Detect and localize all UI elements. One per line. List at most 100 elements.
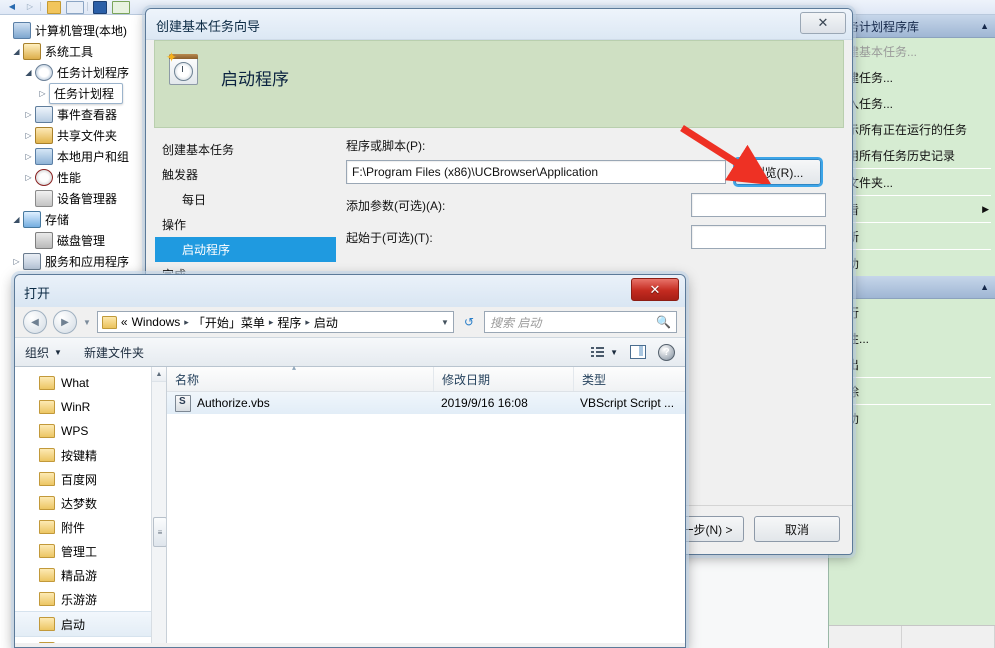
wizard-titlebar[interactable]: 创建基本任务向导 ✕ — [146, 9, 852, 40]
action-help-2[interactable]: 帮助 — [829, 405, 995, 431]
breadcrumb-segment-start-menu[interactable]: 「开始」菜单 — [193, 314, 265, 331]
folder-up-icon[interactable] — [47, 1, 61, 14]
show-hide-tree-icon[interactable] — [66, 1, 84, 14]
scrollbar-thumb[interactable]: ≡ — [153, 517, 166, 547]
expander-closed-icon[interactable]: ▷ — [10, 257, 23, 266]
column-header-type[interactable]: 类型 — [573, 367, 685, 391]
tree-item-performance[interactable]: ▷ 性能 — [0, 167, 146, 188]
open-dialog-titlebar[interactable]: 打开 ✕ — [15, 275, 685, 307]
forward-icon[interactable]: ▷ — [24, 1, 36, 12]
step-label: 启动程序 — [182, 243, 231, 257]
breadcrumb[interactable]: « Windows ▸ 「开始」菜单 ▸ 程序 ▸ 启动 ▼ — [96, 311, 454, 333]
breadcrumb-segment-windows[interactable]: Windows — [132, 315, 181, 329]
breadcrumb-segment-startup[interactable]: 启动 — [314, 314, 338, 331]
action-show-running-tasks[interactable]: 显示所有正在运行的任务 — [829, 116, 995, 142]
action-properties[interactable]: 属性... — [829, 325, 995, 351]
tree-item-storage[interactable]: ◢ 存储 — [0, 209, 146, 230]
arguments-input[interactable] — [691, 193, 826, 217]
expander-closed-icon[interactable]: ▷ — [22, 173, 35, 182]
close-icon[interactable]: ✕ — [800, 12, 846, 34]
preview-pane-icon[interactable] — [630, 345, 646, 359]
chevron-down-icon[interactable]: ▼ — [83, 318, 91, 327]
step-create-basic-task[interactable]: 创建基本任务 — [155, 137, 336, 162]
file-row[interactable]: Authorize.vbs 2019/9/16 16:08 VBScript S… — [167, 392, 685, 414]
nav-tree-item[interactable]: 管理工 — [15, 539, 166, 563]
tree-item-computer-management[interactable]: 计算机管理(本地) — [0, 20, 146, 41]
tree-item-task-scheduler[interactable]: ◢ 任务计划程序 — [0, 62, 146, 83]
nav-tree-scrollbar[interactable]: ▲ ≡ — [151, 367, 166, 643]
chevron-down-icon[interactable]: ▼ — [441, 318, 449, 327]
refresh-icon[interactable]: ↺ — [460, 315, 478, 329]
action-import-task[interactable]: 导入任务... — [829, 90, 995, 116]
tree-item-task-scheduler-library[interactable]: ▷ 任务计划程 — [0, 83, 146, 104]
nav-tree-item[interactable]: 乐游游 — [15, 587, 166, 611]
chevron-right-icon[interactable]: ▸ — [184, 317, 189, 328]
change-view-button[interactable]: ▼ — [591, 346, 618, 358]
chevron-up-icon[interactable]: ▲ — [980, 282, 989, 292]
file-list[interactable]: 名称 ▴ 修改日期 类型 Authorize.vbs 2019/9/ — [167, 363, 685, 643]
new-folder-button[interactable]: 新建文件夹 — [84, 344, 144, 361]
column-header-name[interactable]: 名称 ▴ — [167, 363, 433, 391]
breadcrumb-overflow[interactable]: « — [121, 315, 128, 329]
expander-closed-icon[interactable]: ▷ — [22, 152, 35, 161]
tree-item-disk-management[interactable]: 磁盘管理 — [0, 230, 146, 251]
expander-closed-icon[interactable]: ▷ — [22, 110, 35, 119]
tree-item-device-manager[interactable]: 设备管理器 — [0, 188, 146, 209]
step-start-program[interactable]: 启动程序 — [155, 237, 336, 262]
step-daily[interactable]: 每日 — [155, 187, 336, 212]
program-input[interactable]: F:\Program Files (x86)\UCBrowser\Applica… — [346, 160, 726, 184]
actions-pane-second-header[interactable]: ▲ — [829, 276, 995, 299]
nav-tree-item[interactable]: WPS — [15, 419, 166, 443]
action-disable-task-history[interactable]: 禁用所有任务历史记录 — [829, 142, 995, 168]
nav-tree-item[interactable]: 达梦数 — [15, 491, 166, 515]
action-create-task[interactable]: 创建任务... — [829, 64, 995, 90]
help-icon[interactable] — [112, 1, 130, 14]
tree-item-shared-folders[interactable]: ▷ 共享文件夹 — [0, 125, 146, 146]
back-arrow-icon[interactable]: ◀ — [23, 310, 47, 334]
navigation-tree[interactable]: What WinR WPS 按键精 百度网 达梦数 附件 管理工 精品游 乐游游… — [15, 367, 167, 643]
search-input[interactable]: 搜索 启动 🔍 — [484, 311, 677, 333]
expander-open-icon[interactable]: ◢ — [10, 215, 23, 224]
chevron-right-icon[interactable]: ▸ — [305, 317, 310, 328]
nav-tree-item-startup[interactable]: 启动 — [15, 611, 166, 637]
nav-tree-item[interactable]: 按键精 — [15, 443, 166, 467]
action-view[interactable]: 查看 ▶ — [829, 196, 995, 222]
scroll-up-icon[interactable]: ▲ — [152, 367, 166, 382]
column-header-modified[interactable]: 修改日期 — [433, 367, 573, 391]
nav-tree-item[interactable]: 精品游 — [15, 563, 166, 587]
organize-button[interactable]: 组织 ▼ — [25, 344, 62, 361]
tree-item-event-viewer[interactable]: ▷ 事件查看器 — [0, 104, 146, 125]
step-action[interactable]: 操作 — [155, 212, 336, 237]
action-new-folder[interactable]: 新文件夹... — [829, 169, 995, 195]
back-icon[interactable]: ◀ — [6, 1, 18, 12]
nav-tree-item[interactable]: What — [15, 371, 166, 395]
tree-item-local-users-groups[interactable]: ▷ 本地用户和组 — [0, 146, 146, 167]
step-trigger[interactable]: 触发器 — [155, 162, 336, 187]
start-in-input[interactable] — [691, 225, 826, 249]
forward-arrow-icon[interactable]: ▶ — [53, 310, 77, 334]
cancel-button[interactable]: 取消 — [754, 516, 840, 542]
chevron-up-icon[interactable]: ▲ — [980, 21, 989, 31]
actions-pane-header[interactable]: 任务计划程序库 ▲ — [829, 15, 995, 38]
nav-tree-item[interactable]: 百度网 — [15, 467, 166, 491]
action-help[interactable]: 帮助 — [829, 250, 995, 276]
tree-item-system-tools[interactable]: ◢ 系统工具 — [0, 41, 146, 62]
action-run[interactable]: 运行 — [829, 299, 995, 325]
tree-item-services-applications[interactable]: ▷ 服务和应用程序 — [0, 251, 146, 272]
search-icon[interactable]: 🔍 — [656, 315, 671, 329]
action-delete[interactable]: 删除 — [829, 378, 995, 404]
properties-icon[interactable] — [93, 1, 107, 14]
close-icon[interactable]: ✕ — [631, 278, 679, 301]
chevron-right-icon[interactable]: ▸ — [269, 317, 274, 328]
expander-open-icon[interactable]: ◢ — [22, 68, 35, 77]
breadcrumb-segment-programs[interactable]: 程序 — [277, 314, 301, 331]
nav-tree-item[interactable]: WinR — [15, 395, 166, 419]
expander-open-icon[interactable]: ◢ — [10, 47, 23, 56]
browse-button[interactable]: 浏览(R)... — [735, 159, 821, 185]
expander-closed-icon[interactable]: ▷ — [22, 131, 35, 140]
expander-closed-icon[interactable]: ▷ — [36, 89, 49, 98]
action-export[interactable]: 导出 — [829, 351, 995, 377]
action-refresh[interactable]: 刷新 — [829, 223, 995, 249]
help-icon[interactable]: ? — [658, 343, 675, 361]
nav-tree-item[interactable]: 附件 — [15, 515, 166, 539]
